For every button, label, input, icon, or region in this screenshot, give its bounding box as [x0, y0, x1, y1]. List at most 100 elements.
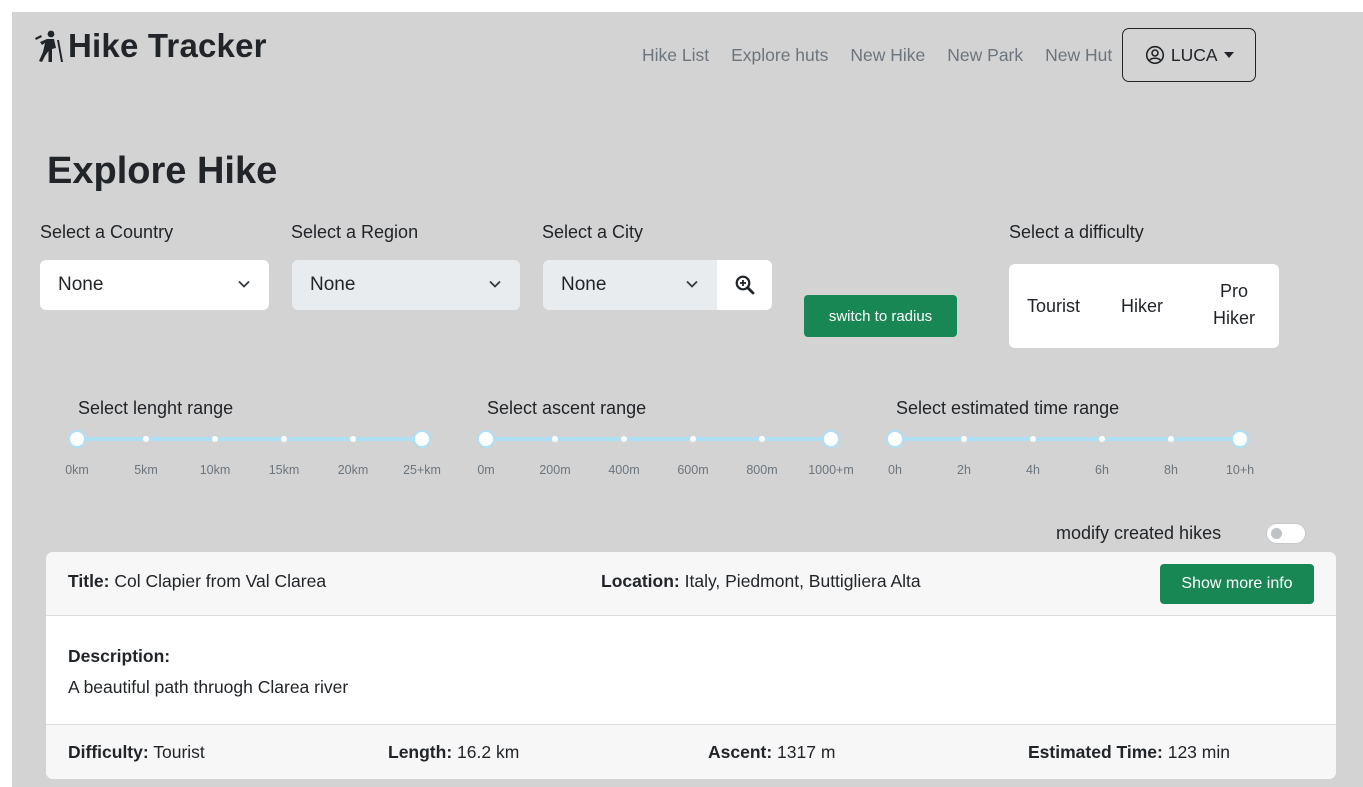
slider-tick-label: 4h	[1026, 463, 1040, 477]
nav-new-hike[interactable]: New Hike	[850, 45, 925, 66]
length-range-label: Select lenght range	[78, 398, 234, 418]
chevron-down-icon	[238, 280, 250, 288]
region-select[interactable]: None	[292, 260, 520, 310]
slider-tick-label: 1000+m	[808, 463, 854, 477]
slider-track[interactable]	[77, 437, 422, 441]
slider-tick-label: 8h	[1164, 463, 1178, 477]
hike-difficulty-label: Difficulty:	[68, 742, 149, 762]
hiker-icon	[35, 30, 63, 62]
hike-length-label: Length:	[388, 742, 453, 762]
nav-explore-huts[interactable]: Explore huts	[731, 45, 828, 66]
show-more-info-button[interactable]: Show more info	[1160, 564, 1314, 604]
slider-tick-label: 600m	[677, 463, 709, 477]
hike-title-value: Col Clapier from Val Clarea	[109, 571, 327, 591]
slider-step-dot	[143, 436, 149, 442]
country-select[interactable]: None	[40, 260, 269, 310]
slider-step-dot	[350, 436, 356, 442]
hike-card-header: Title: Col Clapier from Val Clarea Locat…	[46, 552, 1336, 616]
hike-estimated-time: Estimated Time: 123 min	[1028, 742, 1230, 763]
hike-description: A beautiful path thruogh Clarea river	[68, 677, 349, 697]
page-title: Explore Hike	[47, 150, 278, 192]
switch-to-radius-button[interactable]: switch to radius	[804, 295, 957, 337]
toggle-knob	[1271, 528, 1282, 539]
slider-tick-label: 0h	[888, 463, 902, 477]
slider-min-handle[interactable]	[68, 430, 86, 448]
hike-title: Title: Col Clapier from Val Clarea	[68, 571, 326, 592]
slider-tick-label: 20km	[337, 463, 369, 477]
slider-tick-label: 10+h	[1225, 463, 1255, 477]
chevron-down-icon	[489, 280, 501, 288]
slider-tick-label: 2h	[957, 463, 971, 477]
hike-ascent: Ascent: 1317 m	[708, 742, 835, 763]
user-circle-icon	[1145, 45, 1165, 65]
difficulty-label: Select a difficulty	[1009, 222, 1144, 242]
time-range-label: Select estimated time range	[896, 398, 1120, 418]
slider-step-dot	[1168, 436, 1174, 442]
hike-difficulty: Difficulty: Tourist	[68, 742, 205, 763]
slider-tick-label: 200m	[539, 463, 571, 477]
country-label: Select a Country	[40, 222, 174, 242]
slider-max-handle[interactable]	[1231, 430, 1249, 448]
city-select-value: None	[561, 274, 607, 295]
difficulty-selector: Tourist Hiker Pro Hiker	[1009, 264, 1279, 348]
hike-card: Title: Col Clapier from Val Clarea Locat…	[46, 552, 1336, 779]
region-select-value: None	[310, 274, 356, 295]
hike-length: Length: 16.2 km	[388, 742, 519, 763]
slider-tick-label: 15km	[268, 463, 300, 477]
city-search-button[interactable]	[717, 260, 772, 310]
hike-title-label: Title:	[68, 571, 110, 591]
nav-hike-list[interactable]: Hike List	[642, 45, 709, 66]
slider-step-dot	[212, 436, 218, 442]
nav-new-park[interactable]: New Park	[947, 45, 1023, 66]
slider-step-dot	[1099, 436, 1105, 442]
chevron-down-icon	[686, 280, 698, 288]
modify-hikes-label: modify created hikes	[1056, 523, 1222, 543]
hike-location-label: Location:	[601, 571, 680, 591]
slider-track[interactable]	[895, 437, 1240, 441]
user-name: LUCA	[1170, 44, 1218, 65]
page-background: Hike Tracker Hike List Explore huts New …	[12, 12, 1363, 787]
hike-location: Location: Italy, Piedmont, Buttigliera A…	[601, 571, 921, 592]
slider-min-handle[interactable]	[886, 430, 904, 448]
hike-time-value: 123 min	[1162, 742, 1230, 762]
zoom-in-icon	[735, 275, 754, 295]
slider-max-handle[interactable]	[822, 430, 840, 448]
nav-new-hut[interactable]: New Hut	[1045, 45, 1112, 66]
city-select[interactable]: None	[543, 260, 717, 310]
slider-tick-label: 400m	[608, 463, 640, 477]
user-menu-button[interactable]: LUCA	[1122, 28, 1257, 82]
main-nav: Hike List Explore huts New Hike New Park…	[642, 28, 1257, 82]
slider-tick-label: 6h	[1095, 463, 1109, 477]
slider-tick-label: 0km	[65, 463, 89, 477]
brand[interactable]: Hike Tracker	[32, 26, 267, 66]
modify-hikes-toggle[interactable]	[1266, 523, 1306, 544]
hike-ascent-value: 1317 m	[772, 742, 836, 762]
description-label-text: Description:	[68, 646, 171, 666]
slider-step-dot	[552, 436, 558, 442]
hike-time-label: Estimated Time:	[1028, 742, 1163, 762]
brand-title: Hike Tracker	[68, 27, 267, 64]
difficulty-hiker[interactable]: Hiker	[1121, 293, 1163, 320]
country-select-value: None	[58, 274, 104, 295]
slider-step-dot	[759, 436, 765, 442]
hike-length-value: 16.2 km	[452, 742, 520, 762]
slider-min-handle[interactable]	[477, 430, 495, 448]
slider-tick-label: 5km	[134, 463, 158, 477]
slider-tick-label: 800m	[746, 463, 778, 477]
slider-tick-label: 10km	[199, 463, 231, 477]
difficulty-pro-hiker[interactable]: Pro Hiker	[1205, 278, 1263, 332]
caret-down-icon	[1223, 52, 1234, 58]
slider-max-handle[interactable]	[413, 430, 431, 448]
hike-card-footer: Difficulty: Tourist Length: 16.2 km Asce…	[46, 724, 1336, 779]
hike-ascent-label: Ascent:	[708, 742, 773, 762]
ascent-range-label: Select ascent range	[487, 398, 647, 418]
slider-step-dot	[690, 436, 696, 442]
slider-track[interactable]	[486, 437, 831, 441]
slider-step-dot	[1030, 436, 1036, 442]
difficulty-tourist[interactable]: Tourist	[1027, 293, 1080, 320]
hike-location-value: Italy, Piedmont, Buttigliera Alta	[679, 571, 921, 591]
slider-step-dot	[281, 436, 287, 442]
slider-step-dot	[961, 436, 967, 442]
region-label: Select a Region	[291, 222, 419, 242]
slider-tick-label: 0m	[477, 463, 495, 477]
